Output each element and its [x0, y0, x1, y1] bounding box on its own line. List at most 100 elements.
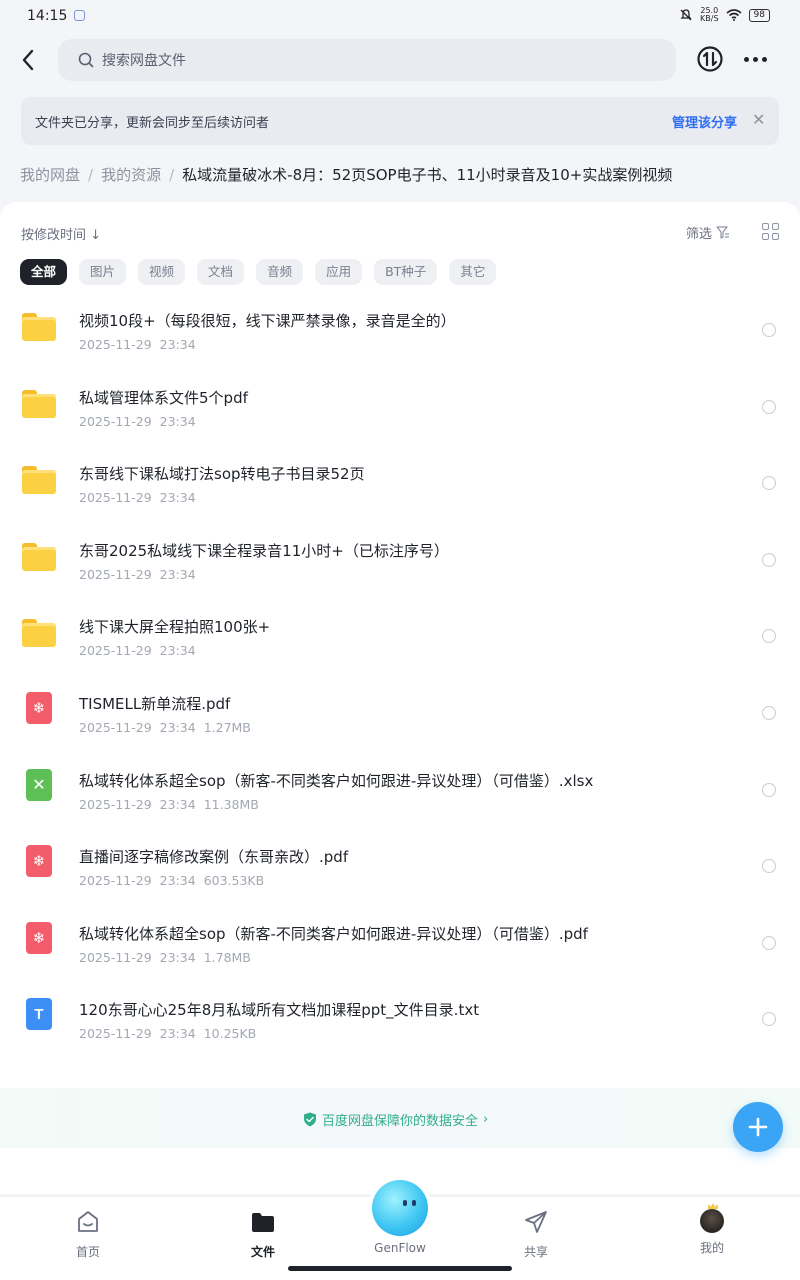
nav-share[interactable]: 共享	[496, 1209, 576, 1260]
mute-icon	[680, 9, 692, 21]
nav-home-label: 首页	[75, 1245, 100, 1259]
file-name: 东哥线下课私域打法sop转电子书目录52页	[79, 465, 365, 484]
folder-icon	[252, 1213, 274, 1232]
list-item[interactable]: 私域管理体系文件5个pdf 2025-11-29 23:34	[0, 369, 800, 446]
file-meta: 2025-11-29 23:34	[79, 643, 204, 658]
select-checkbox[interactable]	[762, 782, 776, 797]
file-name: 东哥2025私域线下课全程录音11小时+（已标注序号）	[79, 541, 449, 560]
shield-icon	[304, 1112, 316, 1127]
file-time: 23:34	[159, 1026, 196, 1042]
chip-videos[interactable]: 视频	[138, 259, 186, 285]
status-right: 25.0 KB/S 98	[679, 7, 770, 23]
list-item[interactable]: 东哥2025私域线下课全程录音11小时+（已标注序号） 2025-11-29 23…	[0, 522, 800, 599]
chip-all[interactable]: 全部	[20, 259, 68, 285]
nav-share-label: 共享	[523, 1245, 548, 1259]
nav-mine[interactable]: 我的	[672, 1203, 752, 1256]
breadcrumb-current: 私域流量破冰术-8月：52页SOP电子书、11小时录音及10+实战案例视频	[182, 166, 673, 184]
more-options-button[interactable]	[744, 52, 772, 66]
list-item[interactable]: ❄ TISMELL新单流程.pdf 2025-11-29 23:34 1.27MB	[0, 675, 800, 752]
close-icon[interactable]: ✕	[752, 110, 765, 129]
back-button[interactable]	[14, 46, 42, 74]
list-item[interactable]: ✕ 私域转化体系超全sop（新客-不同类客户如何跟进-异议处理）（可借鉴）.xl…	[0, 752, 800, 829]
genflow-icon[interactable]	[372, 1180, 428, 1236]
search-icon	[78, 52, 94, 68]
select-checkbox[interactable]	[762, 629, 776, 644]
nav-genflow[interactable]: GenFlow	[360, 1237, 440, 1255]
file-date: 2025-11-29	[79, 873, 152, 889]
list-item[interactable]: 东哥线下课私域打法sop转电子书目录52页 2025-11-29 23:34	[0, 445, 800, 522]
home-icon	[78, 1211, 98, 1232]
file-time: 23:34	[159, 566, 196, 582]
manage-share-link[interactable]: 管理该分享	[672, 112, 737, 131]
sort-button[interactable]: 按修改时间 ↓	[21, 224, 101, 243]
chip-others[interactable]: 其它	[449, 259, 497, 285]
transfer-icon	[697, 46, 723, 72]
filter-button[interactable]: 筛选	[686, 223, 730, 242]
more-dot-icon	[753, 56, 758, 62]
avatar	[700, 1203, 724, 1233]
breadcrumb-item-my-disk[interactable]: 我的网盘	[20, 164, 80, 185]
nav-files[interactable]: 文件	[223, 1209, 303, 1260]
file-time: 23:34	[159, 643, 196, 659]
net-speed-unit: KB/S	[700, 14, 719, 23]
breadcrumb: 我的网盘 / 我的资源 / 私域流量破冰术-8月：52页SOP电子书、11小时录…	[20, 164, 672, 185]
select-checkbox[interactable]	[762, 323, 776, 337]
file-size: 1.27MB	[203, 719, 251, 735]
transfer-button[interactable]	[696, 45, 724, 73]
list-item[interactable]: ❄ 直播间逐字稿修改案例（东哥亲改）.pdf 2025-11-29 23:34 60…	[0, 828, 800, 905]
category-chips: 全部 图片 视频 文档 音频 应用 BT种子 其它	[20, 259, 497, 285]
file-time: 23:34	[159, 719, 196, 735]
file-size: 11.38MB	[203, 796, 259, 812]
data-safety-link[interactable]: 百度网盘保障你的数据安全 ›	[303, 1110, 488, 1129]
file-date: 2025-11-29	[79, 719, 152, 735]
file-meta: 2025-11-29 23:34 1.78MB	[79, 950, 259, 965]
select-checkbox[interactable]	[762, 935, 776, 950]
add-button[interactable]	[733, 1102, 783, 1152]
file-date: 2025-11-29	[79, 566, 152, 582]
select-checkbox[interactable]	[762, 1012, 776, 1027]
plus-icon	[748, 1117, 768, 1137]
select-checkbox[interactable]	[762, 476, 776, 491]
select-checkbox[interactable]	[762, 399, 776, 414]
breadcrumb-separator: /	[88, 165, 94, 184]
grid-view-icon[interactable]	[762, 223, 779, 240]
file-date: 2025-11-29	[79, 413, 152, 429]
nav-mine-label: 我的	[699, 1241, 724, 1255]
chip-audio[interactable]: 音频	[256, 259, 304, 285]
file-meta: 2025-11-29 23:34	[79, 490, 204, 505]
chip-bt-torrents[interactable]: BT种子	[374, 259, 438, 285]
genflow-eye	[412, 1200, 416, 1206]
list-item[interactable]: 线下课大屏全程拍照100张+ 2025-11-29 23:34	[0, 598, 800, 675]
more-dot-icon	[762, 56, 767, 62]
share-banner: 文件夹已分享，更新会同步至后续访问者 管理该分享 ✕	[21, 97, 779, 145]
list-item[interactable]: 视频10段+（每段很短，线下课严禁录像，录音是全的） 2025-11-29 23:…	[0, 292, 800, 369]
send-icon	[525, 1211, 547, 1233]
status-time: 14:15	[27, 8, 68, 24]
folder-icon	[22, 539, 58, 575]
select-checkbox[interactable]	[762, 705, 776, 720]
filter-label: 筛选	[686, 227, 713, 242]
select-checkbox[interactable]	[762, 859, 776, 874]
wifi-icon	[726, 9, 742, 21]
home-indicator[interactable]	[288, 1266, 512, 1271]
folder-icon	[22, 386, 58, 422]
file-date: 2025-11-29	[79, 1026, 152, 1042]
chip-apps[interactable]: 应用	[315, 259, 363, 285]
chip-images[interactable]: 图片	[79, 259, 127, 285]
file-name: TISMELL新单流程.pdf	[79, 694, 231, 713]
crown-icon	[708, 1203, 718, 1209]
excel-icon: ✕	[22, 768, 58, 805]
folder-icon	[22, 615, 58, 651]
breadcrumb-item-my-resources[interactable]: 我的资源	[101, 164, 161, 185]
file-panel: 按修改时间 ↓ 筛选 全部 图片 视频 文档 音频 应用 BT种子 其它 视频1…	[0, 202, 800, 1194]
nav-home[interactable]: 首页	[48, 1209, 128, 1260]
list-item[interactable]: ❄ 私域转化体系超全sop（新客-不同类客户如何跟进-异议处理）（可借鉴）.pd…	[0, 905, 800, 982]
list-item[interactable]: T 120东哥心心25年8月私域所有文档加课程ppt_文件目录.txt 2025…	[0, 981, 800, 1058]
select-checkbox[interactable]	[762, 552, 776, 567]
chevron-right-icon: ›	[483, 1112, 489, 1127]
pdf-icon: ❄	[22, 691, 58, 728]
chip-documents[interactable]: 文档	[197, 259, 245, 285]
search-input[interactable]: 搜索网盘文件	[58, 39, 676, 81]
file-size: 1.78MB	[203, 949, 251, 965]
file-list: 视频10段+（每段很短，线下课严禁录像，录音是全的） 2025-11-29 23:…	[0, 292, 800, 1058]
